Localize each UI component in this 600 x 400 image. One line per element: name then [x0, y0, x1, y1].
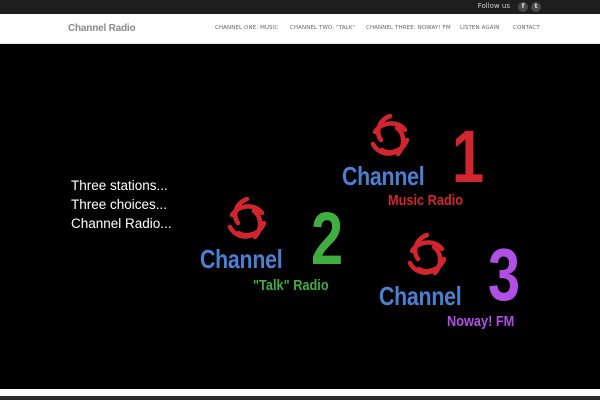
top-bar: Follow us f t [0, 0, 600, 14]
hero-banner: Three stations... Three choices... Chann… [0, 44, 600, 389]
footer-divider [0, 396, 600, 400]
site-logo[interactable]: Channel Radio [68, 23, 136, 34]
tagline-line-2: Three choices... [71, 197, 168, 212]
nav-listen-again[interactable]: LISTEN AGAIN [460, 25, 500, 31]
tagline-line-1: Three stations... [71, 178, 168, 193]
channel-two-subtitle: "Talk" Radio [253, 277, 329, 294]
channel-one-word: Channel [342, 161, 425, 191]
nav-channel-three[interactable]: CHANNEL THREE: NOWAY! FM [366, 25, 451, 31]
channel-two-word: Channel [200, 244, 283, 274]
nav-contact[interactable]: CONTACT [513, 25, 540, 31]
twitter-icon[interactable]: t [531, 2, 541, 12]
channel-one-number: 1 [452, 115, 485, 198]
facebook-icon[interactable]: f [518, 2, 528, 12]
nav-channel-two[interactable]: CHANNEL TWO: "TALK" [290, 25, 355, 31]
channel-two-number: 2 [311, 197, 344, 280]
channel-one-subtitle: Music Radio [388, 192, 464, 209]
channel-one-logo-icon [370, 113, 410, 157]
channel-three-word: Channel [379, 281, 462, 311]
channel-two-logo-icon [227, 196, 267, 240]
channel-three-number: 3 [488, 233, 521, 316]
tagline-line-3: Channel Radio... [71, 216, 172, 231]
follow-us-label: Follow us [477, 2, 510, 10]
nav-channel-one[interactable]: CHANNEL ONE: MUSIC [215, 25, 278, 31]
channel-three-subtitle: Noway! FM [447, 313, 515, 330]
channel-three-logo-icon [407, 232, 447, 276]
main-navbar: Channel Radio CHANNEL ONE: MUSIC CHANNEL… [0, 14, 600, 44]
